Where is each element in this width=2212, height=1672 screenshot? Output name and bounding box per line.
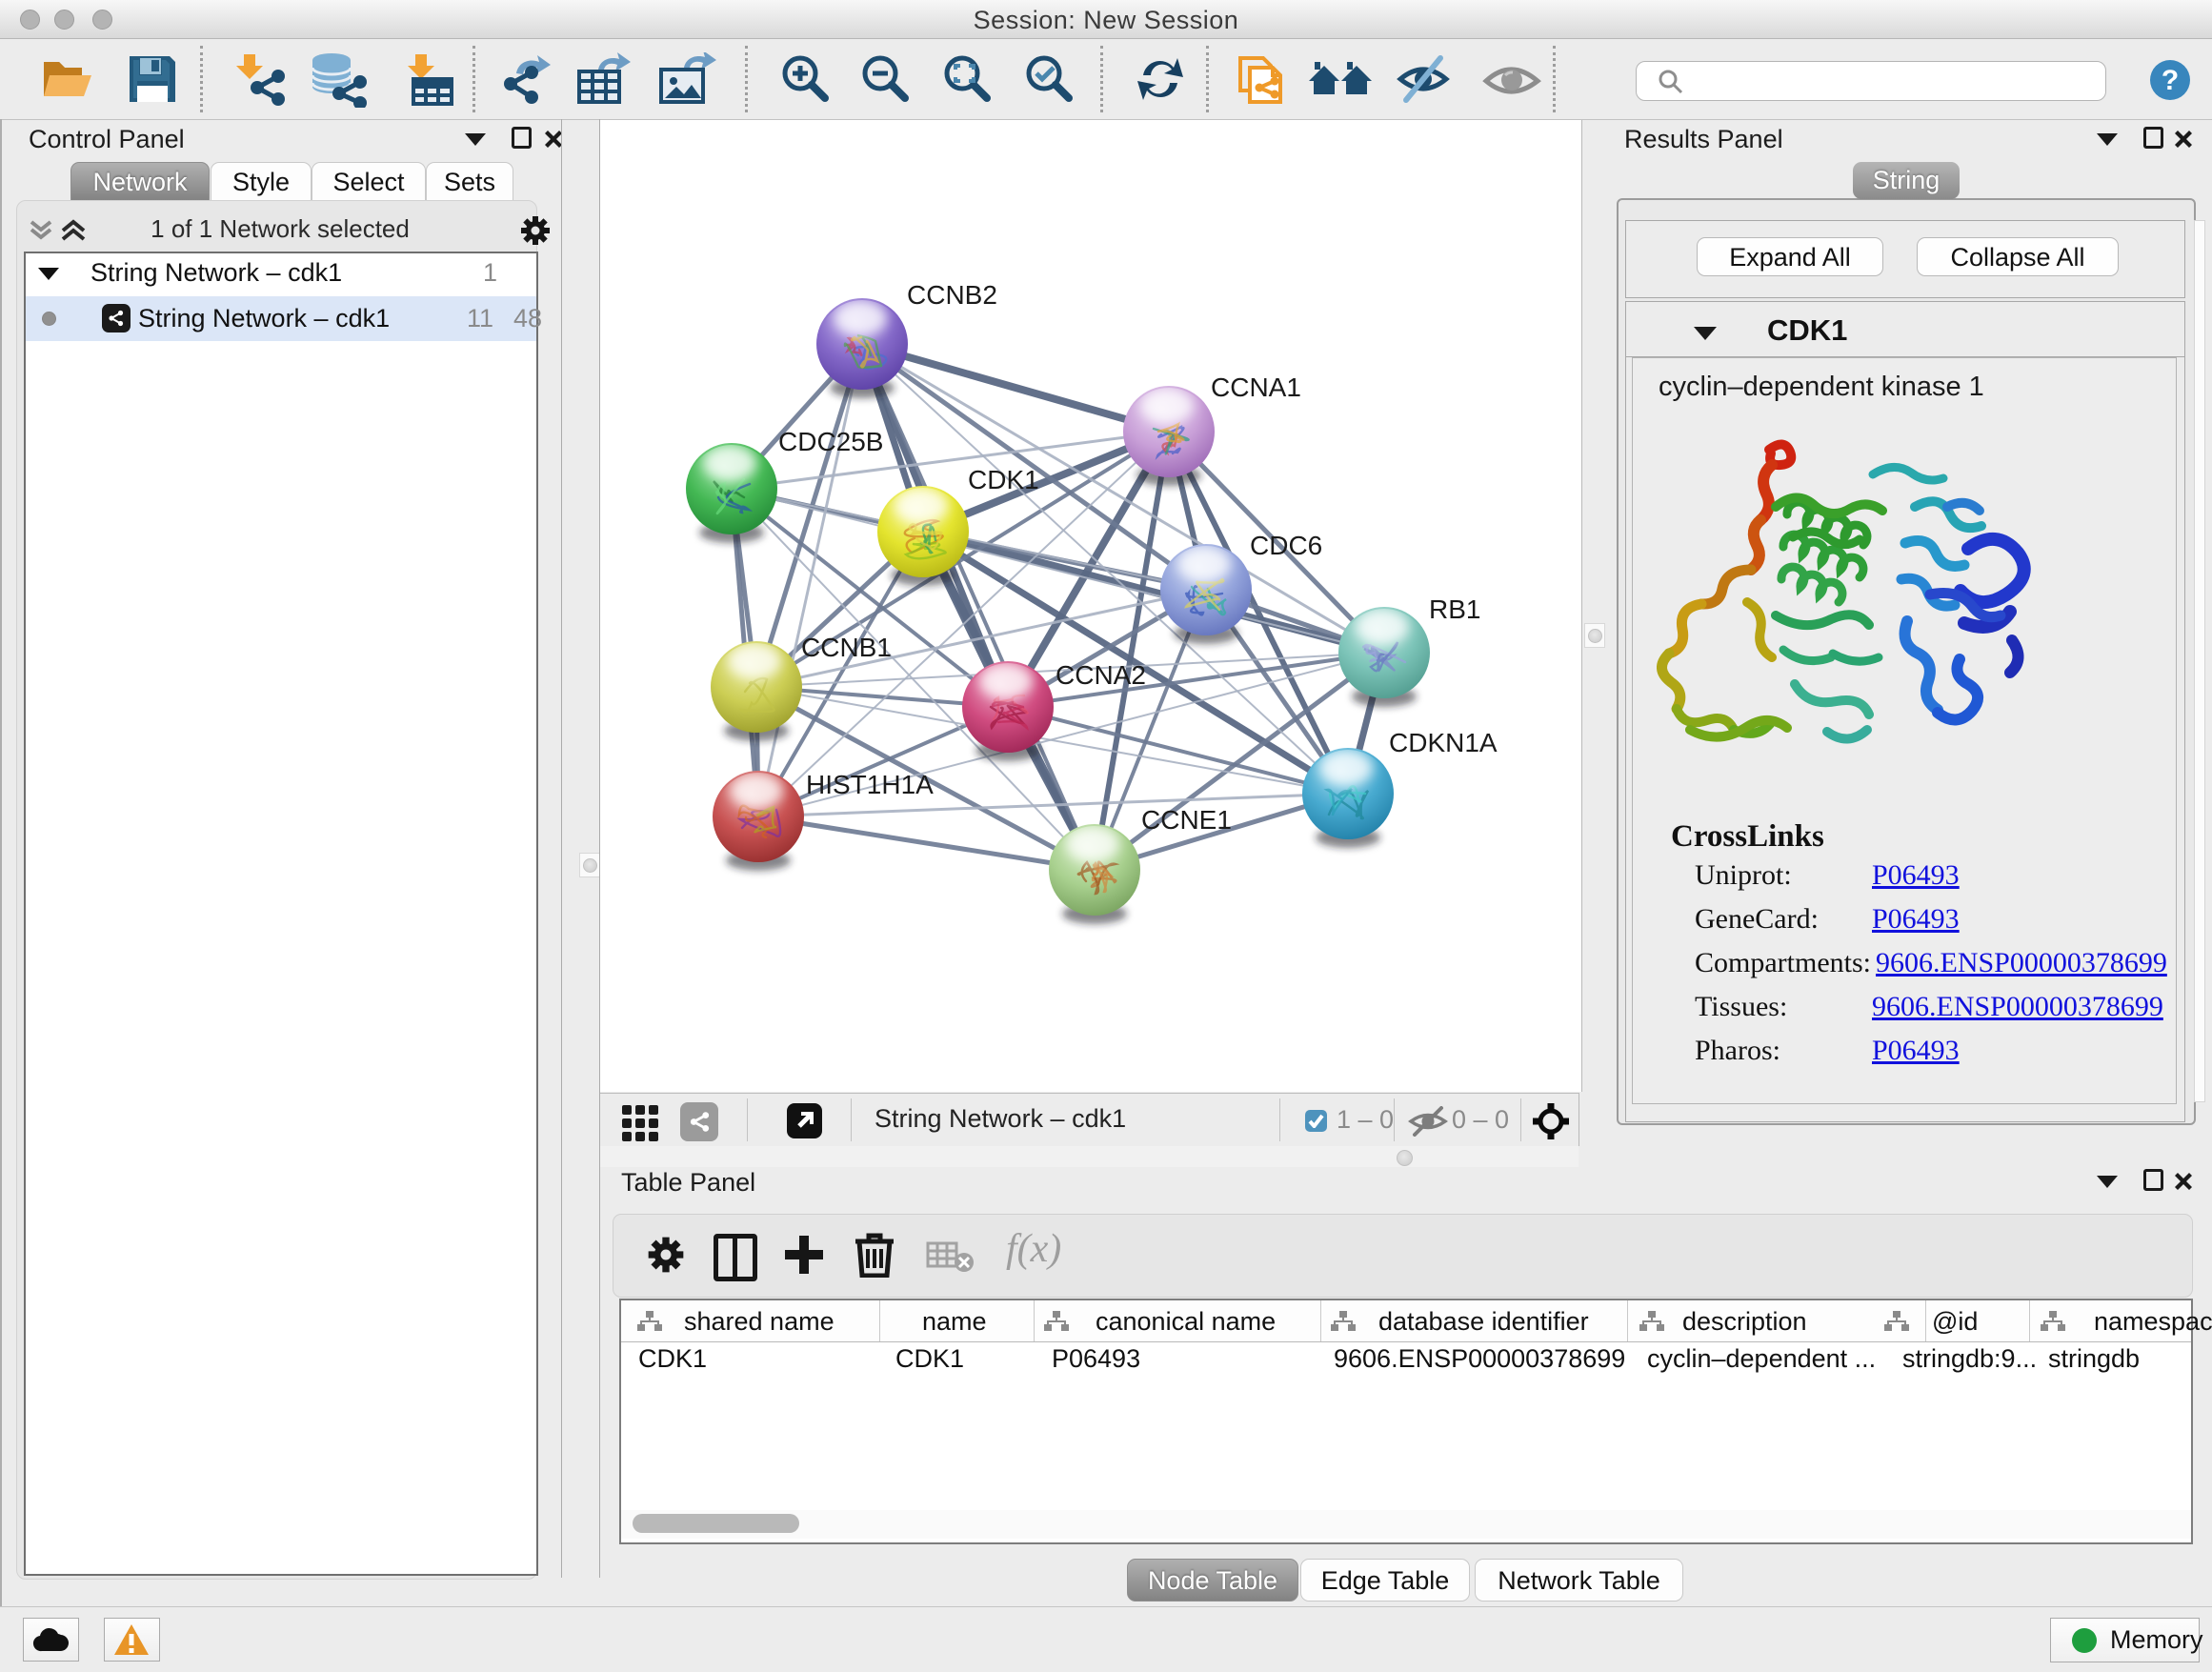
svg-text:CCNA2: CCNA2 <box>1056 660 1146 690</box>
svg-text:CCNB2: CCNB2 <box>907 280 997 310</box>
svg-text:CCNA1: CCNA1 <box>1211 373 1301 402</box>
svg-text:CCNB1: CCNB1 <box>801 633 892 662</box>
svg-text:CDC25B: CDC25B <box>778 427 883 456</box>
svg-text:CDK1: CDK1 <box>968 465 1039 494</box>
svg-text:CDC6: CDC6 <box>1250 531 1322 560</box>
svg-text:?: ? <box>2162 65 2179 96</box>
svg-text:CCNE1: CCNE1 <box>1141 805 1232 835</box>
svg-text:RB1: RB1 <box>1429 594 1480 624</box>
svg-text:HIST1H1A: HIST1H1A <box>806 770 934 799</box>
svg-text:CDKN1A: CDKN1A <box>1389 728 1498 757</box>
